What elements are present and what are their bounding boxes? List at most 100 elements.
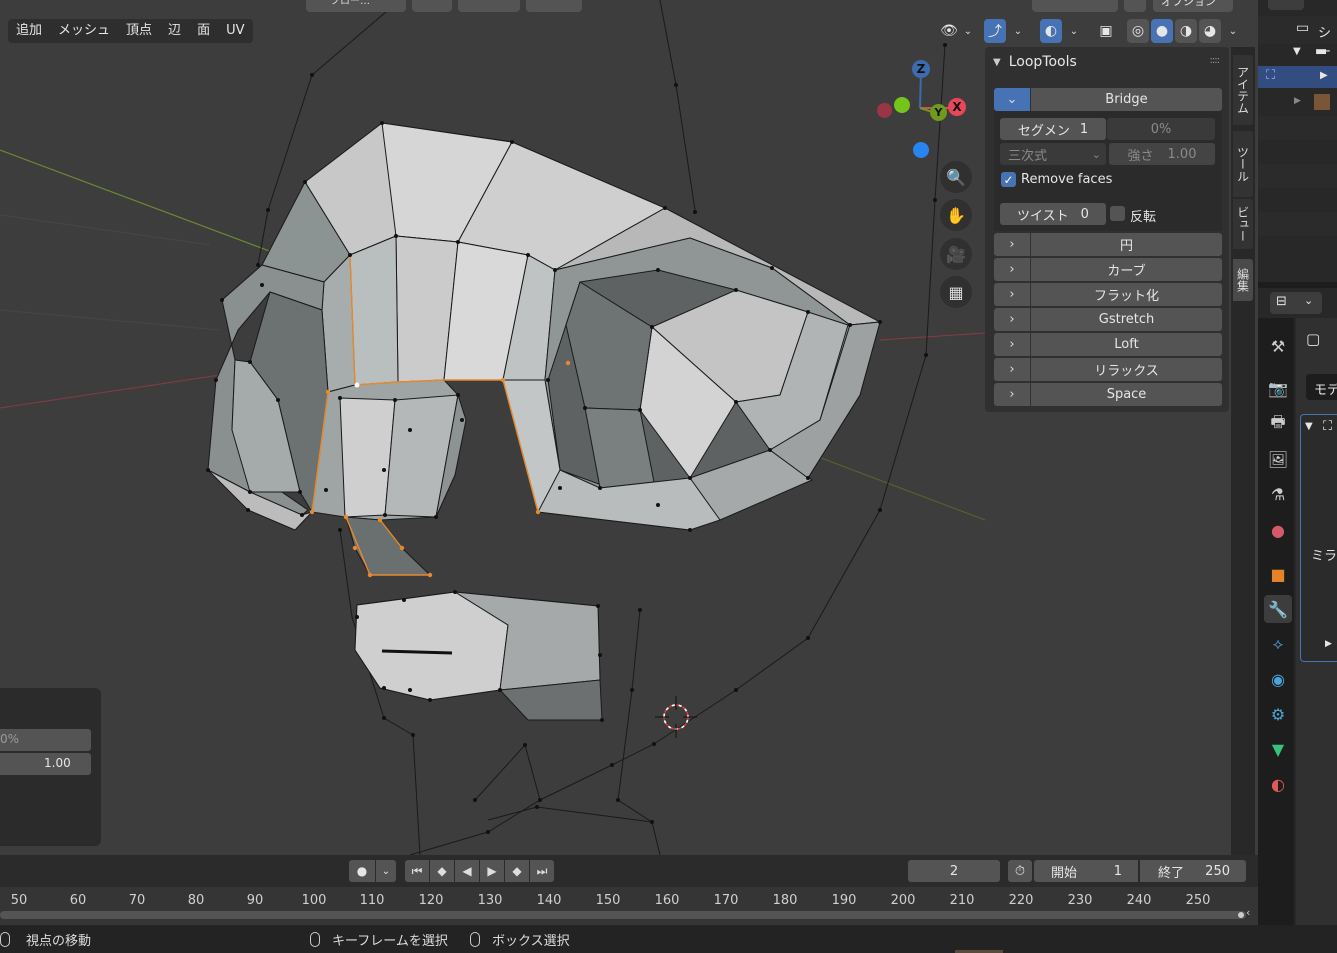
looptools-panel-header[interactable]: ▼ LoopTools :::: — [985, 47, 1229, 77]
output-icon[interactable]: 🖶 — [1264, 410, 1292, 438]
bridge-expand-button[interactable]: ⌄ — [994, 88, 1030, 111]
material-icon[interactable]: ◐ — [1264, 770, 1292, 798]
3d-cursor[interactable] — [655, 696, 697, 738]
transform-orientation-dropdown[interactable]: フロー… — [306, 0, 406, 12]
visibility-icon[interactable]: 👁 — [938, 19, 960, 43]
physics-icon[interactable]: ◉ — [1264, 665, 1292, 693]
redo-percent-field[interactable]: 0% — [0, 729, 91, 751]
mesh-symmetry-buttons[interactable] — [1032, 0, 1118, 12]
tab-item[interactable]: アイテム — [1233, 55, 1253, 125]
overlays-icon[interactable]: ◐ — [1040, 19, 1062, 43]
outliner-row-scene[interactable]: ▭ シー — [1258, 16, 1337, 60]
mode-dropdown[interactable]: モデ — [1306, 374, 1337, 400]
rendered-shading-icon[interactable]: ◕ — [1199, 19, 1221, 43]
timeline-scrollbar[interactable] — [0, 911, 1246, 919]
mirror-modifier-panel[interactable]: ▼ ⛶ ミラ ▶ — [1300, 414, 1337, 662]
redo-value-field[interactable]: 1.00 — [0, 753, 91, 775]
solid-shading-icon[interactable]: ● — [1151, 19, 1173, 43]
auto-merge-button[interactable] — [1124, 0, 1146, 12]
interpolation-dropdown[interactable]: 三次式 ⌄ — [1000, 143, 1106, 165]
drag-grip-icon[interactable]: :::: — [1210, 55, 1221, 66]
loft-expand-button[interactable]: › — [994, 333, 1030, 356]
remove-faces-checkbox[interactable]: ✓ — [1001, 172, 1016, 187]
chevron-down-icon[interactable]: ⌄ — [961, 19, 975, 43]
menu-face[interactable]: 面 — [189, 19, 218, 43]
menu-uv[interactable]: UV — [218, 19, 252, 43]
data-icon[interactable]: ▼ — [1264, 735, 1292, 763]
view-layer-icon[interactable]: 🖼 — [1264, 445, 1292, 473]
wireframe-shading-icon[interactable]: ◎ — [1127, 19, 1149, 43]
chevron-down-icon[interactable]: ⌄ — [1226, 19, 1240, 43]
end-frame-field[interactable]: 終了 250 — [1140, 860, 1246, 882]
object-icon[interactable]: ■ — [1264, 560, 1292, 588]
world-icon[interactable]: ● — [1264, 516, 1292, 544]
particles-icon[interactable]: ⟡ — [1264, 630, 1292, 658]
tool-settings-icon[interactable]: ⚒ — [1264, 332, 1292, 360]
segments-field[interactable]: セグメン 1 — [1000, 118, 1106, 140]
chevron-left-icon[interactable]: ‹ — [1246, 906, 1250, 919]
next-keyframe-button[interactable]: ◆ — [505, 860, 529, 882]
bridge-button[interactable]: Bridge — [1031, 88, 1222, 111]
outliner-row-collection[interactable]: ▼ ▬ — [1258, 44, 1337, 64]
scene-icon[interactable]: ⚗ — [1264, 480, 1292, 508]
proportional-dropdown[interactable] — [526, 0, 582, 12]
gizmo-neg-z-axis[interactable] — [913, 142, 929, 158]
play-button[interactable]: ▶ — [480, 860, 504, 882]
relax-expand-button[interactable]: › — [994, 358, 1030, 381]
circle-expand-button[interactable]: › — [994, 233, 1030, 256]
gizmo-neg-x-axis[interactable] — [877, 103, 892, 118]
snap-dropdown[interactable] — [458, 0, 520, 12]
camera-view-icon[interactable]: 🎥 — [940, 238, 972, 270]
pivot-dropdown[interactable] — [412, 0, 452, 12]
preview-range-toggle[interactable]: ⏱ — [1008, 860, 1032, 882]
tab-tool[interactable]: ツール — [1233, 131, 1253, 197]
play-reverse-button[interactable]: ◀ — [455, 860, 479, 882]
flatten-expand-button[interactable]: › — [994, 283, 1030, 306]
curve-expand-button[interactable]: › — [994, 258, 1030, 281]
gizmo-y-axis[interactable]: Y — [930, 104, 947, 121]
relax-button[interactable]: リラックス — [1031, 358, 1222, 381]
jump-end-button[interactable]: ⏭ — [530, 860, 554, 882]
properties-editor-type-dropdown[interactable]: ⊟ ⌄ — [1270, 292, 1322, 314]
reverse-checkbox[interactable] — [1110, 206, 1125, 221]
menu-vertex[interactable]: 頂点 — [118, 19, 160, 43]
timeline-ruler[interactable]: 50 60 70 80 90 100 110 120 130 140 150 1… — [0, 887, 1258, 925]
gizmo-neg-y-axis[interactable] — [894, 97, 910, 113]
pan-hand-icon[interactable]: ✋ — [940, 199, 972, 231]
record-button[interactable]: ● — [349, 860, 375, 882]
xray-icon[interactable]: ▣ — [1095, 19, 1117, 43]
menu-add[interactable]: 追加 — [8, 19, 50, 43]
outliner-filter-button[interactable] — [1268, 0, 1304, 10]
tab-edit[interactable]: 編集 — [1233, 259, 1253, 301]
twist-field[interactable]: ツイスト 0 — [1000, 203, 1106, 225]
curve-button[interactable]: カーブ — [1031, 258, 1222, 281]
outliner-row-image[interactable]: ▶ — [1258, 92, 1337, 114]
zoom-icon[interactable]: 🔍 — [940, 161, 972, 193]
scrollbar-handle[interactable] — [1238, 912, 1244, 918]
gizmo-x-axis[interactable]: X — [948, 98, 966, 116]
gstretch-button[interactable]: Gstretch — [1031, 308, 1222, 331]
space-expand-button[interactable]: › — [994, 383, 1030, 406]
flatten-button[interactable]: フラット化 — [1031, 283, 1222, 306]
jump-start-button[interactable]: ⏮ — [405, 860, 429, 882]
strength-field[interactable]: 強さ 1.00 — [1109, 143, 1215, 165]
circle-button[interactable]: 円 — [1031, 233, 1222, 256]
material-shading-icon[interactable]: ◑ — [1175, 19, 1197, 43]
gizmo-z-axis[interactable]: Z — [912, 60, 930, 78]
render-icon[interactable]: 📷 — [1264, 374, 1292, 402]
cubic-strength-percent-field[interactable]: 0% — [1107, 118, 1215, 140]
menu-mesh[interactable]: メッシュ — [50, 19, 118, 43]
perspective-grid-icon[interactable]: ▦ — [940, 276, 972, 308]
prev-keyframe-button[interactable]: ◆ — [430, 860, 454, 882]
chevron-down-icon[interactable]: ⌄ — [1011, 19, 1025, 43]
record-options-dropdown[interactable]: ⌄ — [376, 860, 396, 882]
options-dropdown[interactable]: オプション — [1153, 0, 1233, 12]
loft-button[interactable]: Loft — [1031, 333, 1222, 356]
gstretch-expand-button[interactable]: › — [994, 308, 1030, 331]
chevron-down-icon[interactable]: ⌄ — [1067, 19, 1081, 43]
space-button[interactable]: Space — [1031, 383, 1222, 406]
gizmo-toggle-icon[interactable]: ⤴ — [984, 19, 1006, 43]
start-frame-field[interactable]: 開始 1 — [1034, 860, 1138, 882]
constraints-icon[interactable]: ⚙ — [1264, 700, 1292, 728]
3d-viewport[interactable]: フロー… オプション 追加 メッシュ 頂点 辺 面 UV 👁 ⌄ ⤴ ⌄ ◐ ⌄… — [0, 0, 1258, 855]
